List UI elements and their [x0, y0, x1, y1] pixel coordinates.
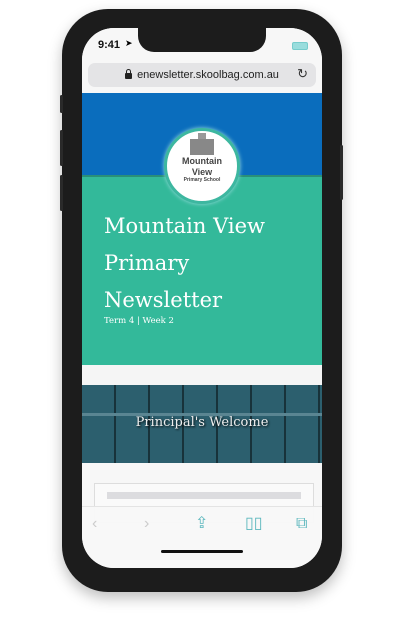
- power-button: [340, 145, 343, 200]
- page: 9:41 ➤ enewsletter.skoolbag.com.au ↻ Mou…: [0, 0, 400, 620]
- logo-text-line2: View: [191, 167, 213, 177]
- logo-text-line1: Mountain: [182, 156, 222, 166]
- newsletter-title: Mountain View Primary Newsletter: [104, 208, 314, 319]
- title-line: Primary: [104, 251, 190, 275]
- placeholder-bar: [107, 492, 301, 499]
- location-icon: ➤: [125, 38, 133, 48]
- banner-title: Principal's Welcome: [135, 415, 269, 430]
- logo-text-line3: Primary School: [183, 177, 221, 183]
- lock-icon: [125, 69, 133, 79]
- school-logo: Mountain View Primary School: [164, 128, 240, 204]
- forward-icon[interactable]: ›: [144, 515, 149, 533]
- share-icon[interactable]: ⇪: [195, 515, 208, 533]
- title-line: Mountain View: [104, 214, 265, 238]
- school-building-icon: [190, 133, 214, 155]
- home-indicator[interactable]: [161, 550, 243, 553]
- back-icon[interactable]: ‹: [92, 515, 97, 533]
- principals-welcome-banner[interactable]: Principal's Welcome: [82, 385, 322, 463]
- url-text: enewsletter.skoolbag.com.au: [137, 69, 279, 81]
- address-bar[interactable]: enewsletter.skoolbag.com.au ↻: [88, 63, 316, 87]
- spacer: [82, 365, 322, 385]
- tabs-icon[interactable]: ⧉: [296, 515, 307, 533]
- battery-icon: [292, 42, 308, 50]
- status-time: 9:41: [98, 39, 121, 51]
- notch: [138, 28, 266, 52]
- volume-down-button: [60, 175, 63, 211]
- reload-icon[interactable]: ↻: [297, 66, 308, 82]
- bookmarks-icon[interactable]: ▯▯: [245, 515, 263, 533]
- newsletter-subtitle: Term 4 | Week 2: [104, 316, 174, 326]
- browser-toolbar: ‹ › ⇪ ▯▯ ⧉: [82, 506, 322, 568]
- volume-up-button: [60, 130, 63, 166]
- mute-switch: [60, 95, 63, 113]
- screen: 9:41 ➤ enewsletter.skoolbag.com.au ↻ Mou…: [82, 28, 322, 568]
- title-line: Newsletter: [104, 288, 223, 312]
- content-area: [82, 463, 322, 523]
